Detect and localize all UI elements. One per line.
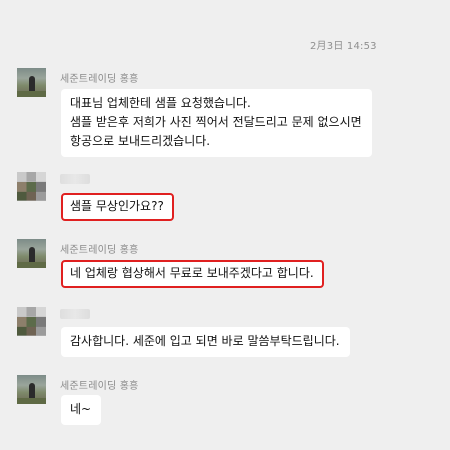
avatar-figure bbox=[29, 76, 35, 92]
message-text: 샘플 받은후 저희가 사진 찍어서 전달드리고 문제 없으시면 bbox=[70, 115, 362, 129]
avatar[interactable] bbox=[17, 172, 46, 201]
sender-name: 세준트레이딩 홍흥 bbox=[60, 74, 139, 85]
avatar-ground bbox=[17, 262, 46, 268]
avatar[interactable] bbox=[17, 375, 46, 404]
message-bubble[interactable]: 네 업체랑 협상해서 무료로 보내주겠다고 합니다. bbox=[61, 260, 324, 288]
message-bubble[interactable]: 샘플 무상인가요?? bbox=[61, 193, 174, 221]
avatar[interactable] bbox=[17, 239, 46, 268]
avatar[interactable] bbox=[17, 307, 46, 336]
message-text: 네 업체랑 협상해서 무료로 보내주겠다고 합니다. bbox=[70, 266, 314, 280]
message-text: 감사합니다. 세준에 입고 되면 바로 말씀부탁드립니다. bbox=[70, 334, 340, 348]
message-bubble[interactable]: 대표님 업체한테 샘플 요청했습니다. 샘플 받은후 저희가 사진 찍어서 전달… bbox=[61, 89, 372, 157]
avatar[interactable] bbox=[17, 68, 46, 97]
avatar-figure bbox=[29, 383, 35, 399]
message-text: 네~ bbox=[70, 402, 92, 416]
sender-name: 세준트레이딩 홍흥 bbox=[60, 381, 139, 392]
message-text: 대표님 업체한테 샘플 요청했습니다. bbox=[70, 96, 251, 110]
sender-name-hidden bbox=[60, 174, 90, 184]
chat-timestamp: 2月3日 14:53 bbox=[310, 41, 377, 52]
sender-name-hidden bbox=[60, 309, 90, 319]
message-text: 샘플 무상인가요?? bbox=[70, 199, 164, 213]
avatar-ground bbox=[17, 91, 46, 97]
avatar-ground bbox=[17, 398, 46, 404]
message-text: 항공으로 보내드리겠습니다. bbox=[70, 134, 211, 148]
message-bubble[interactable]: 네~ bbox=[61, 395, 102, 425]
avatar-figure bbox=[29, 247, 35, 263]
sender-name: 세준트레이딩 홍흥 bbox=[60, 245, 139, 256]
message-bubble[interactable]: 감사합니다. 세준에 입고 되면 바로 말씀부탁드립니다. bbox=[61, 327, 350, 357]
